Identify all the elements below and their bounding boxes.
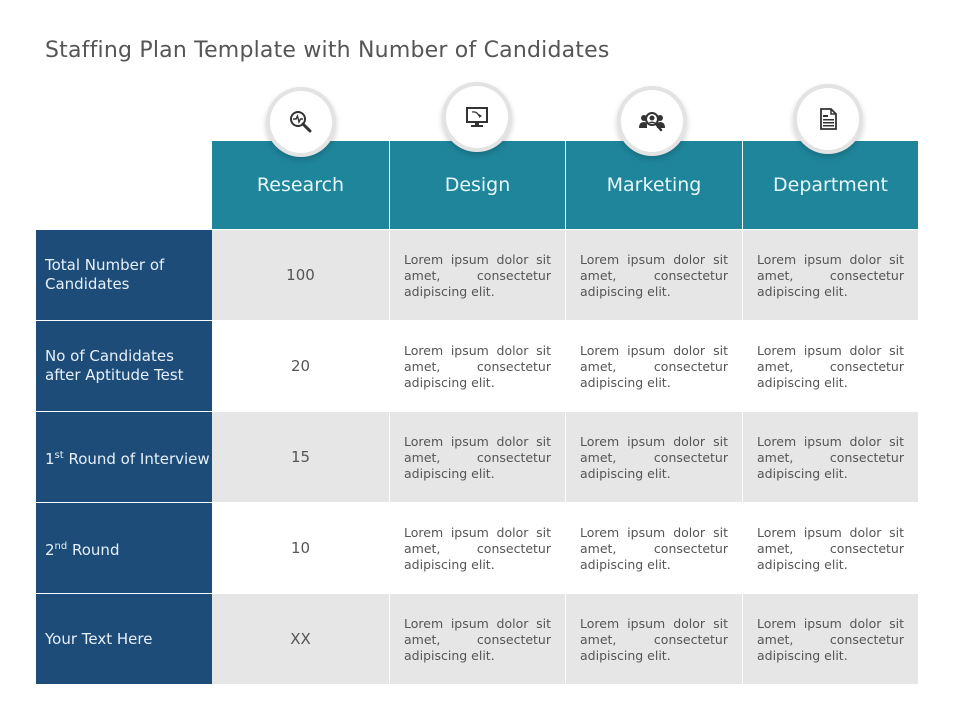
- column-header-marketing: Marketing: [566, 141, 742, 229]
- document-icon: [820, 108, 837, 130]
- table-cell: Lorem ipsum dolor sit amet, consectetur …: [390, 321, 565, 411]
- monitor-design-icon: [466, 107, 488, 127]
- table-cell: Lorem ipsum dolor sit amet, consectetur …: [566, 412, 742, 502]
- row-label-sup: nd: [54, 540, 68, 552]
- research-value: 100: [212, 230, 389, 320]
- column-header-label: Research: [256, 174, 345, 196]
- table-cell: Lorem ipsum dolor sit amet, consectetur …: [390, 230, 565, 320]
- row-label-after-aptitude: No of Candidates after Aptitude Test: [36, 321, 212, 411]
- magnifier-pulse-icon: [290, 111, 312, 133]
- research-value: 15: [212, 412, 389, 502]
- row-label-sup: st: [54, 449, 64, 461]
- table-cell: Lorem ipsum dolor sit amet, consectetur …: [390, 412, 565, 502]
- table-cell: Lorem ipsum dolor sit amet, consectetur …: [566, 230, 742, 320]
- column-header-label: Design: [444, 174, 511, 196]
- research-value: XX: [212, 594, 389, 684]
- table-cell: Lorem ipsum dolor sit amet, consectetur …: [390, 503, 565, 593]
- table-cell: Lorem ipsum dolor sit amet, consectetur …: [743, 321, 918, 411]
- table-cell: Lorem ipsum dolor sit amet, consectetur …: [743, 230, 918, 320]
- row-label-second-round: 2nd Round: [36, 503, 212, 593]
- table-cell: Lorem ipsum dolor sit amet, consectetur …: [390, 594, 565, 684]
- table-cell: Lorem ipsum dolor sit amet, consectetur …: [566, 321, 742, 411]
- row-label-text: 2: [45, 540, 55, 559]
- row-label-text: 1: [45, 449, 55, 468]
- research-value: 10: [212, 503, 389, 593]
- department-icon-badge: [797, 88, 859, 150]
- research-value: 20: [212, 321, 389, 411]
- column-header-design: Design: [390, 141, 565, 229]
- table-cell: Lorem ipsum dolor sit amet, consectetur …: [566, 594, 742, 684]
- table-cell: Lorem ipsum dolor sit amet, consectetur …: [566, 503, 742, 593]
- design-icon-badge: [446, 86, 508, 148]
- table-cell: Lorem ipsum dolor sit amet, consectetur …: [743, 412, 918, 502]
- table-cell: Lorem ipsum dolor sit amet, consectetur …: [743, 503, 918, 593]
- page-title: Staffing Plan Template with Number of Ca…: [45, 38, 610, 63]
- row-label-text: Round of Interview: [63, 449, 210, 468]
- row-label-text: Round: [67, 540, 120, 559]
- people-search-icon: [639, 112, 665, 132]
- marketing-icon-badge: [621, 90, 683, 152]
- column-header-research: Research: [212, 141, 389, 229]
- column-header-label: Department: [773, 174, 888, 196]
- column-header-department: Department: [743, 141, 918, 229]
- row-label-total-candidates: Total Number of Candidates: [36, 230, 212, 320]
- row-label-your-text: Your Text Here: [36, 594, 212, 684]
- column-header-label: Marketing: [606, 174, 702, 196]
- table-cell: Lorem ipsum dolor sit amet, consectetur …: [743, 594, 918, 684]
- research-icon-badge: [270, 91, 332, 153]
- row-label-first-round: 1st Round of Interview: [36, 412, 212, 502]
